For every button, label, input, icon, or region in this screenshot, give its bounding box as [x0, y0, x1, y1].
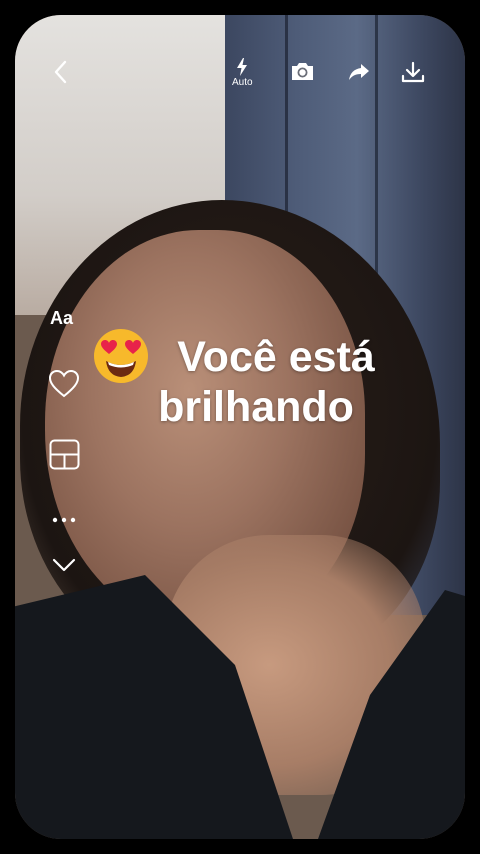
collapse-tools-button[interactable]	[52, 558, 76, 577]
back-button[interactable]	[52, 60, 70, 84]
layout-icon	[49, 439, 80, 470]
flash-button[interactable]: Auto	[232, 58, 253, 88]
caption-text[interactable]: Você está brilhando	[92, 332, 412, 432]
more-options-button[interactable]	[52, 511, 76, 529]
caption-line-2: brilhando	[158, 383, 354, 431]
download-button[interactable]	[401, 61, 425, 83]
chevron-down-icon	[52, 558, 76, 572]
flash-icon	[237, 58, 248, 76]
sticker-button[interactable]	[48, 369, 80, 404]
text-tool-button[interactable]: Aa	[50, 308, 73, 329]
camera-icon	[292, 63, 313, 80]
more-dots-icon	[52, 517, 76, 523]
download-icon	[401, 61, 425, 83]
chevron-left-icon	[54, 60, 67, 84]
caption-line-1: Você está	[177, 333, 375, 381]
layout-button[interactable]	[49, 439, 80, 475]
flash-mode-label: Auto	[232, 77, 253, 88]
share-arrow-icon	[349, 64, 369, 80]
camera-button[interactable]	[290, 61, 315, 82]
heart-icon	[48, 369, 80, 398]
share-button[interactable]	[348, 62, 370, 82]
